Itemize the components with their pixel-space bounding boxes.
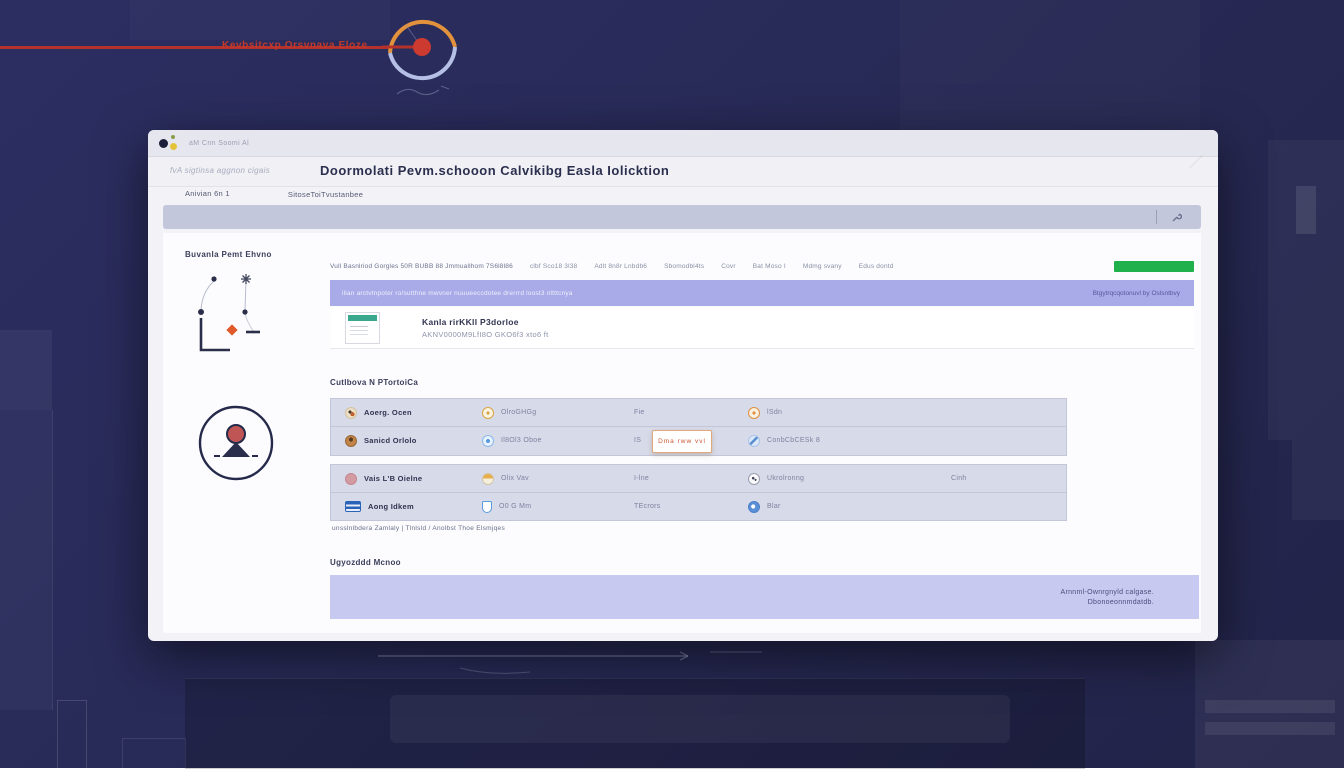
table-row[interactable]: Aong Idkem O0 G Mm TEcrors Blar — [331, 492, 1066, 520]
banner-message: ilian arctvtnpoter ro/sutthne mwvner nuu… — [342, 290, 573, 297]
sidebar-heading: Buvanla Pemt Ehvno — [185, 250, 272, 259]
table-row[interactable]: Vais L'B Oielne Olix Vav I-lne Ukrolronn… — [331, 465, 1066, 492]
toolbar-divider — [1156, 210, 1157, 224]
cell-label: Olix Vav — [501, 475, 529, 482]
uploads-note-line: Dbonoeonnmdatdb. — [1088, 599, 1154, 606]
ghost-panel — [130, 0, 390, 40]
cell-label: ConbCbCESk 8 — [767, 437, 820, 444]
meta-item: Sbomodbl4ts — [664, 263, 704, 270]
clock-orange-icon — [748, 407, 760, 419]
ghost-panel — [57, 700, 87, 770]
wrench-icon[interactable] — [1165, 212, 1187, 223]
window-dot-yellow-icon[interactable] — [170, 143, 177, 150]
constellation-illustration — [188, 266, 298, 381]
clock-yellow-icon — [482, 407, 494, 419]
cell-label: Cinh — [951, 475, 967, 482]
ghost-panel — [1205, 722, 1335, 735]
bird-icon — [345, 407, 357, 419]
tooltip-text: Dma rww vvl — [658, 438, 706, 445]
cell-label: IS — [634, 437, 641, 444]
arrow-decoration — [370, 642, 790, 682]
cell-label: TEcrors — [634, 503, 661, 510]
table-footnote: unsslnlbdera Zamlaly | Tlnlsld / Anolbst… — [332, 525, 505, 532]
document-thumbnail-icon — [345, 312, 380, 344]
status-badge — [1114, 261, 1194, 272]
avatar-illustration — [196, 402, 276, 484]
banner-attribution: Btgytrqcqotonuvl by Oslsntbvy — [1093, 290, 1180, 297]
validation-tooltip: Dma rww vvl — [652, 430, 712, 453]
section-heading-details: Cutlbova N PTortoiCa — [330, 378, 418, 387]
uploads-note-banner: Arnnml-Ownrgnyld calgase. Dbonoeonnmdatd… — [330, 575, 1199, 619]
cell-label: Sanicd Orlolo — [364, 436, 417, 445]
attachment-title: Kanla rirKKll P3dorloe — [422, 317, 549, 327]
swirl-icon — [748, 435, 760, 447]
info-banner: ilian arctvtnpoter ro/sutthne mwvner nuu… — [330, 280, 1194, 306]
corner-fold-decoration — [1189, 155, 1215, 181]
meta-item: Vull Basnlriod Gorgles 50R BUBB 88 Jmmua… — [330, 263, 513, 270]
window-header: fvA sigtinsa aggnon cigais Doormolati Pe… — [148, 157, 1218, 187]
dial-icon — [382, 9, 462, 89]
cell-label: OlroGHGg — [501, 409, 536, 416]
person-icon — [345, 435, 357, 447]
squiggle-decoration — [395, 82, 455, 102]
uploads-note-line: Arnnml-Ownrgnyld calgase. — [1061, 589, 1154, 596]
window-dot-green-icon — [171, 135, 175, 139]
page-title: Doormolati Pevm.schooon Calvikibg Easla … — [320, 163, 669, 178]
ghost-panel — [122, 738, 186, 770]
ghost-panel — [1205, 700, 1335, 713]
cell-label: Ukrolronng — [767, 475, 804, 482]
dialog-window: aM Cnn Soomi Al fvA sigtinsa aggnon ciga… — [148, 130, 1218, 641]
window-titlebar: aM Cnn Soomi Al — [148, 130, 1218, 157]
chat-icon — [748, 501, 760, 513]
ghost-panel — [0, 410, 53, 710]
attachment-card[interactable]: Kanla rirKKll P3dorloe AKNV0000M9LfI8O G… — [330, 307, 1194, 349]
details-table-1: Aoerg. Ocen OlroGHGg Fie lSdn Sanicd Orl… — [330, 398, 1067, 456]
ghost-panel — [900, 0, 1200, 130]
meta-item: Mdmg svany — [803, 263, 842, 270]
cell-label: O0 G Mm — [499, 503, 531, 510]
ghost-panel — [1268, 140, 1344, 440]
globe-icon — [748, 473, 760, 485]
attachment-subtitle: AKNV0000M9LfI8O GKO6f3 xto6 ft — [422, 330, 549, 339]
ribbon-label: Kevbsitcxp Orsvnava Eloze — [222, 40, 368, 51]
ghost-panel — [185, 678, 1085, 769]
id-card-icon — [345, 501, 361, 512]
document-meta-row: Vull Basnlriod Gorgles 50R BUBB 88 Jmmua… — [330, 258, 1194, 274]
desktop-background: Kevbsitcxp Orsvnava Eloze aM Cnn Soomi A… — [0, 0, 1344, 768]
toolbar: Anivian 6n 1 SitoseToiTvustanbee — [163, 205, 1201, 229]
cell-label: Il8Ol3 Oboe — [501, 437, 542, 444]
ghost-panel — [1292, 440, 1344, 520]
details-table-2: Vais L'B Oielne Olix Vav I-lne Ukrolronn… — [330, 464, 1067, 521]
meta-item: Covr — [721, 263, 736, 270]
meta-item: Adlt 8n8r Lnbdb6 — [594, 263, 647, 270]
ghost-panel — [1195, 640, 1344, 768]
section-heading-uploads: Ugyozddd Mcnoo — [330, 558, 401, 567]
meta-item: Bat Moso I — [753, 263, 786, 270]
cell-label: lSdn — [767, 409, 782, 416]
ghost-panel — [1296, 186, 1316, 234]
cell-label: Blar — [767, 503, 781, 510]
table-row[interactable]: Aoerg. Ocen OlroGHGg Fie lSdn — [331, 399, 1066, 426]
cell-label: Aoerg. Ocen — [364, 408, 412, 417]
target-icon — [482, 435, 494, 447]
ghost-panel — [0, 330, 52, 410]
cell-label: Fie — [634, 409, 645, 416]
cell-label: Vais L'B Oielne — [364, 474, 422, 483]
titlebar-menu-text: aM Cnn Soomi Al — [189, 140, 249, 147]
cell-label: I-lne — [634, 475, 649, 482]
dot-icon — [345, 473, 357, 485]
ghost-panel — [390, 695, 1010, 743]
meta-item: Edus dontd — [859, 263, 894, 270]
umbrella-icon — [482, 473, 494, 485]
app-logo-text: fvA sigtinsa aggnon cigais — [170, 166, 270, 175]
meta-item: clbf Sco18 3l38 — [530, 263, 577, 270]
cell-label: Aong Idkem — [368, 502, 414, 511]
window-dot-dark-icon[interactable] — [159, 139, 168, 148]
shield-icon — [482, 501, 492, 513]
